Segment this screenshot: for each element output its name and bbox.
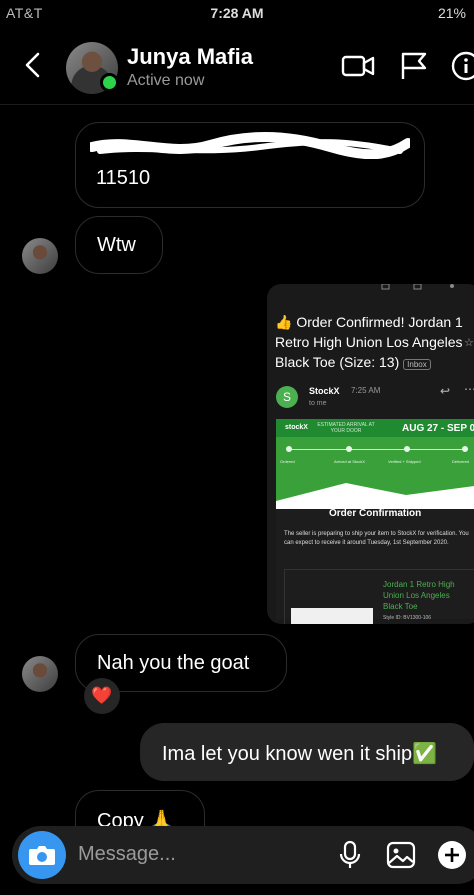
step-label: Arrived at StockX (334, 459, 365, 464)
progress-dot (462, 446, 468, 452)
reply-icon: ↩ (440, 384, 451, 398)
status-bar: AT&T 7:28 AM 21% (0, 0, 474, 28)
contact-avatar[interactable] (66, 42, 119, 94)
more-icon: ⋯ (464, 382, 474, 396)
email-paragraph: The seller is preparing to ship your ite… (284, 531, 469, 546)
chat-header: Junya Mafia Active now (0, 28, 474, 105)
delivery-banner: stockX ESTIMATED ARRIVAL AT YOUR DOOR AU… (276, 419, 474, 509)
active-status: Active now (127, 72, 205, 89)
message-bubble[interactable]: Wtw (75, 216, 163, 274)
heart-reaction[interactable]: ❤️ (84, 678, 120, 714)
estimated-arrival-label: ESTIMATED ARRIVAL AT YOUR DOOR (317, 422, 375, 434)
email-sender: StockX (309, 386, 340, 396)
product-image (291, 608, 373, 624)
product-style-id: Style ID: BV1300-106 (383, 615, 432, 621)
message-text: 11510 (96, 167, 151, 189)
message-bubble-sent[interactable]: Ima let you know wen it ship✅ (140, 723, 474, 781)
message-text: Ima let you know wen it ship✅ (162, 743, 438, 765)
back-arrow-icon[interactable] (18, 50, 48, 80)
online-indicator (100, 73, 119, 92)
camera-button[interactable] (18, 831, 66, 879)
progress-dot (404, 446, 410, 452)
step-label: Delivered (452, 459, 469, 464)
camera-icon (29, 846, 55, 865)
sender-avatar[interactable] (22, 656, 58, 692)
contact-name[interactable]: Junya Mafia (127, 44, 253, 70)
message-input[interactable] (76, 842, 320, 867)
star-icon: ☆ (464, 337, 474, 349)
battery-level: 21% (437, 5, 466, 21)
order-confirmation-heading: Order Confirmation (329, 508, 422, 519)
gmail-toolbar-icons (381, 284, 454, 290)
email-time: 7:25 AM (351, 386, 381, 395)
step-label: Ordered (280, 459, 295, 464)
add-icon[interactable] (436, 839, 468, 871)
stockx-logo: stockX (285, 424, 308, 431)
info-icon[interactable] (449, 51, 474, 81)
banner-wave (276, 483, 474, 509)
microphone-icon[interactable] (334, 839, 366, 871)
inbox-label: Inbox (403, 359, 431, 370)
progress-track (288, 449, 468, 450)
message-text: Nah you the goat (97, 652, 250, 674)
email-subject: 👍 Order Confirmed! Jordan 1 Retro High U… (275, 314, 463, 370)
shared-image[interactable]: 👍 Order Confirmed! Jordan 1 Retro High U… (267, 284, 474, 624)
step-label: Verified + Shipped (388, 459, 421, 464)
sender-logo: S (276, 386, 298, 408)
arrival-date-range: AUG 27 - SEP 01 (402, 423, 474, 434)
progress-dot (346, 446, 352, 452)
message-composer (12, 826, 474, 884)
email-recipient: to me (309, 400, 327, 407)
clock: 7:28 AM (210, 5, 264, 21)
sender-avatar[interactable] (22, 238, 58, 274)
scribbled-redaction (90, 132, 410, 159)
progress-dot (286, 446, 292, 452)
message-text: Wtw (97, 234, 136, 256)
video-call-icon[interactable] (341, 51, 375, 81)
product-name: Jordan 1 Retro High Union Los Angeles Bl… (383, 580, 455, 611)
flag-icon[interactable] (397, 51, 431, 81)
message-bubble[interactable]: 11510 (75, 122, 425, 208)
gallery-icon[interactable] (385, 839, 417, 871)
